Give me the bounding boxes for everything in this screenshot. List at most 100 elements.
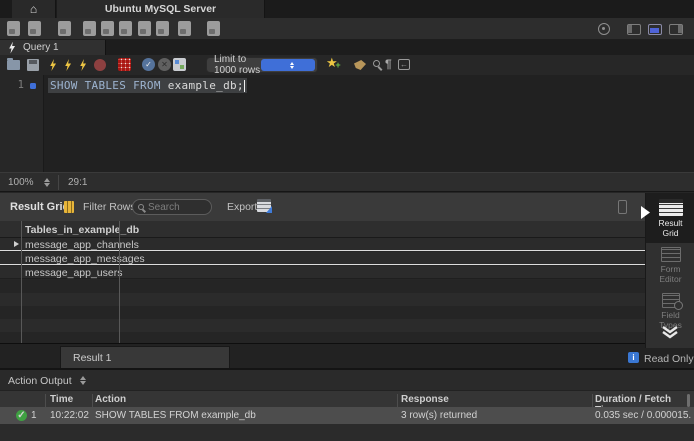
column-divider[interactable]	[92, 394, 93, 408]
table-row[interactable]: message_app_channels	[0, 238, 645, 251]
table-cell: message_app_channels	[25, 239, 139, 251]
find-icon[interactable]	[373, 60, 380, 67]
action-output-selector[interactable]	[80, 376, 86, 385]
connection-tab[interactable]: Ubuntu MySQL Server	[57, 0, 265, 18]
reconnect-dbms-icon[interactable]	[207, 21, 220, 36]
query-tab-label: Query 1	[23, 42, 59, 53]
column-divider[interactable]	[119, 221, 120, 343]
filter-rows-label: Filter Rows:	[83, 201, 138, 213]
sidebar-item-result-grid[interactable]: Result Grid	[646, 193, 694, 243]
home-icon: ⌂	[30, 3, 37, 15]
column-divider[interactable]	[397, 394, 398, 408]
limit-rows-value: Limit to 1000 rows	[207, 54, 261, 76]
create-table-icon[interactable]	[83, 21, 96, 36]
show-invisibles-icon[interactable]: ¶	[385, 57, 392, 71]
tab-result-1[interactable]: Result 1	[60, 346, 230, 369]
result-grid-icon	[659, 199, 683, 216]
create-procedure-icon[interactable]	[119, 21, 132, 36]
action-output-empty-area	[0, 424, 694, 441]
table-cell: message_app_messages	[25, 253, 145, 265]
row-response: 3 row(s) returned	[401, 410, 477, 421]
stop-query-icon[interactable]	[94, 59, 106, 71]
col-action-label: Action	[95, 394, 126, 405]
scrollbar-thumb[interactable]	[687, 394, 690, 407]
sidebar-form-editor-label: Form Editor	[651, 265, 691, 285]
save-script-icon[interactable]	[27, 59, 39, 71]
server-status-icon[interactable]	[598, 23, 610, 35]
limit-rows-dropdown[interactable]: Limit to 1000 rows	[206, 57, 318, 73]
save-snippet-icon[interactable]: ★	[326, 56, 338, 69]
schema-preferences-icon[interactable]	[173, 58, 186, 71]
sidebar-item-form-editor[interactable]: Form Editor	[646, 247, 694, 285]
execute-current-statement-icon[interactable]	[64, 59, 72, 71]
field-types-icon	[662, 293, 680, 308]
column-divider[interactable]	[45, 394, 46, 408]
row-time: 10:22:02	[50, 410, 89, 421]
wrap-text-icon[interactable]: ←	[398, 59, 410, 70]
sql-identifier: example_db;	[168, 79, 244, 92]
tab-query-1[interactable]: Query 1	[0, 40, 106, 55]
title-bar: ⌂ Ubuntu MySQL Server	[0, 0, 694, 18]
text-caret	[244, 80, 246, 92]
query-bolt-icon	[8, 42, 16, 54]
toggle-autocommit-icon[interactable]	[118, 58, 131, 71]
row-index: 1	[31, 410, 37, 421]
result-grid-title: Result Grid	[10, 201, 69, 213]
sidebar-result-grid-label: Result Grid	[651, 219, 691, 239]
beautify-sql-icon[interactable]	[354, 60, 366, 70]
create-trigger-icon[interactable]	[156, 21, 169, 36]
toggle-right-panel-icon[interactable]	[669, 24, 683, 35]
editor-status-bar: 100% 29:1	[0, 172, 694, 192]
success-check-icon: ✓	[16, 410, 27, 421]
open-sql-script-icon[interactable]	[28, 21, 41, 36]
export-recordset-icon[interactable]	[257, 199, 271, 212]
main-toolbar	[0, 18, 694, 40]
export-label: Export:	[227, 201, 260, 213]
filter-search-box[interactable]	[132, 199, 212, 215]
grid-view-icon	[64, 201, 74, 213]
mysql-workbench-window: ⌂ Ubuntu MySQL Server Query 1	[0, 0, 694, 441]
status-divider	[58, 175, 59, 190]
home-tab[interactable]: ⌂	[12, 0, 56, 18]
table-row[interactable]: message_app_users	[0, 266, 645, 279]
empty-grid-stripe	[0, 280, 645, 293]
sql-editor[interactable]: 1 SHOW TABLES FROM example_db;	[0, 75, 694, 172]
filter-search-input[interactable]	[148, 202, 204, 213]
sql-code-line[interactable]: SHOW TABLES FROM example_db;	[48, 78, 247, 93]
result-grid-table: Tables_in_example_db message_app_channel…	[0, 221, 645, 343]
grid-column-header[interactable]: Tables_in_example_db	[0, 221, 645, 238]
column-divider[interactable]	[21, 221, 22, 343]
empty-grid-stripe	[0, 293, 645, 306]
chevron-down-icon[interactable]	[660, 325, 680, 339]
table-cell: message_app_users	[25, 267, 122, 279]
new-query-tab-icon[interactable]	[7, 21, 20, 36]
caret-position: 29:1	[68, 177, 87, 188]
create-function-icon[interactable]	[138, 21, 151, 36]
execute-statement-icon[interactable]	[49, 59, 57, 71]
grid-column-header-label: Tables_in_example_db	[25, 224, 139, 236]
column-divider[interactable]	[592, 394, 593, 408]
read-only-label: Read Only	[644, 353, 694, 365]
create-view-icon[interactable]	[101, 21, 114, 36]
read-only-icon: i	[628, 352, 639, 363]
toggle-bottom-panel-icon[interactable]	[648, 24, 662, 35]
result-grid-toolbar: Result Grid Filter Rows: Export:	[0, 193, 645, 221]
toggle-left-panel-icon[interactable]	[627, 24, 641, 35]
search-icon	[138, 204, 144, 210]
explain-statement-icon[interactable]	[79, 59, 87, 71]
create-schema-icon[interactable]	[58, 21, 71, 36]
line-number: 1	[8, 79, 24, 91]
search-table-data-icon[interactable]	[178, 21, 191, 36]
action-output-title: Action Output	[8, 375, 72, 387]
table-row[interactable]: message_app_messages	[0, 252, 645, 265]
commit-icon[interactable]: ✓	[142, 58, 155, 71]
action-output-header: Time Action Response Duration / Fetch Ti…	[0, 390, 694, 407]
maximize-panel-icon[interactable]	[618, 200, 627, 214]
rollback-icon[interactable]: ✕	[158, 58, 171, 71]
action-output-row[interactable]: ✓ 1 10:22:02 SHOW TABLES FROM example_db…	[0, 407, 694, 424]
zoom-stepper[interactable]	[44, 178, 50, 187]
open-file-icon[interactable]	[7, 60, 20, 70]
statement-marker-icon	[30, 83, 36, 89]
query-tab-bar: Query 1	[0, 40, 694, 55]
col-response-label: Response	[401, 394, 449, 405]
